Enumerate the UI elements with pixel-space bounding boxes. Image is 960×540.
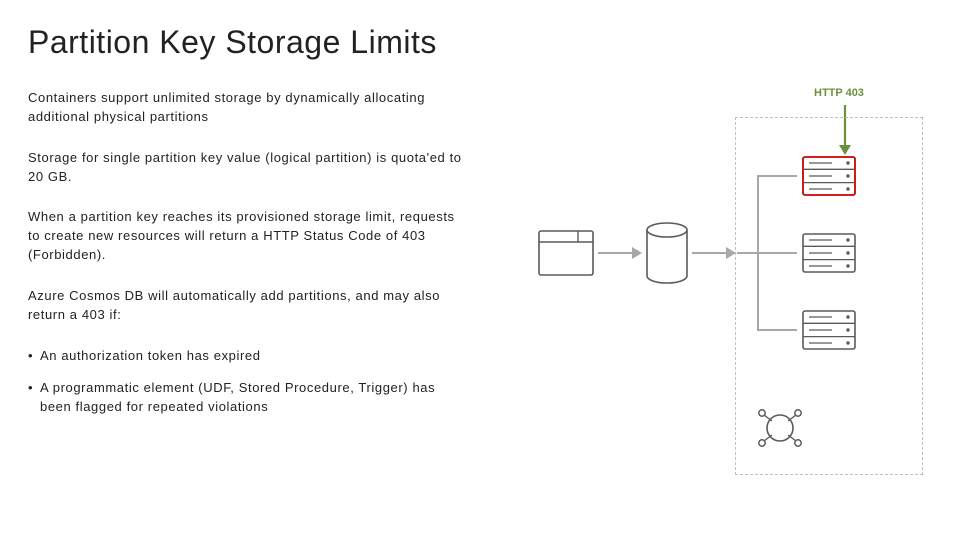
paragraph-1: Containers support unlimited storage by … xyxy=(28,89,468,127)
tee-branch-top xyxy=(757,175,797,177)
http-403-label: HTTP 403 xyxy=(814,87,864,99)
client-window-icon xyxy=(538,230,594,276)
paragraph-3: When a partition key reaches its provisi… xyxy=(28,208,468,265)
bullet-1: An authorization token has expired xyxy=(28,347,468,366)
paragraph-2: Storage for single partition key value (… xyxy=(28,149,468,187)
database-icon xyxy=(645,222,689,284)
arrow-client-db-icon xyxy=(598,245,644,261)
tee-branch-bot xyxy=(757,329,797,331)
partition-server-icon xyxy=(802,233,856,273)
change-tracker-icon xyxy=(756,408,804,448)
partition-server-icon xyxy=(802,310,856,350)
paragraph-4: Azure Cosmos DB will automatically add p… xyxy=(28,287,468,325)
arrow-db-partitions-icon xyxy=(692,245,738,261)
tee-branch-mid xyxy=(737,252,797,254)
partition-server-full-icon xyxy=(802,156,856,196)
body-copy: Containers support unlimited storage by … xyxy=(28,89,468,417)
tracker-overlay-box xyxy=(590,366,678,422)
slide-title: Partition Key Storage Limits xyxy=(28,24,932,61)
diagram-area: HTTP 403 xyxy=(530,90,940,480)
bullet-2: A programmatic element (UDF, Stored Proc… xyxy=(28,379,468,417)
